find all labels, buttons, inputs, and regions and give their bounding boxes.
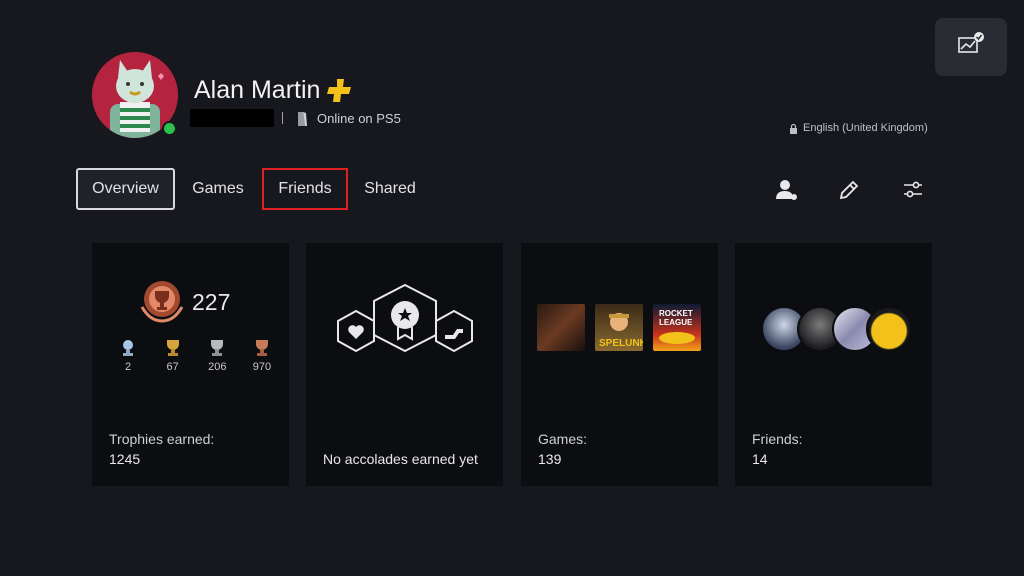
pencil-icon (839, 180, 859, 200)
friend-avatar (866, 306, 912, 352)
tab-overview[interactable]: Overview (76, 168, 175, 210)
bronze-trophy-icon (255, 340, 268, 356)
friends-card[interactable]: Friends: 14 (735, 243, 932, 486)
games-value: 139 (538, 451, 562, 467)
svg-text:ROCKET: ROCKET (659, 309, 693, 318)
trophy-breakdown: 2 67 206 970 (110, 339, 280, 373)
online-indicator (162, 121, 177, 136)
friends-label: Friends: (752, 431, 803, 447)
add-friend-icon (776, 180, 797, 200)
tab-label: Shared (364, 180, 416, 197)
tab-label: Friends (278, 180, 332, 197)
edit-profile-button[interactable] (834, 175, 864, 205)
language-text: English (United Kingdom) (803, 122, 928, 134)
ps-plus-icon (327, 77, 353, 108)
trophy-level: 227 (192, 289, 231, 315)
settings-button[interactable] (898, 175, 928, 205)
activity-button[interactable] (935, 18, 1007, 76)
gold-trophy: 67 (155, 339, 191, 373)
trophies-value: 1245 (109, 451, 141, 467)
online-id-redacted (190, 109, 274, 127)
games-card[interactable]: SPELUNKY2 ROCKET LEAGUE Games: 139 (521, 243, 718, 486)
tab-shared[interactable]: Shared (354, 168, 426, 210)
gold-trophy-icon (166, 340, 179, 356)
game-thumbnail-spelunky: SPELUNKY2 (595, 304, 659, 351)
silver-trophy-icon (211, 340, 224, 356)
friends-value: 14 (752, 451, 768, 467)
tab-friends[interactable]: Friends (262, 168, 348, 210)
ps5-console-icon (295, 111, 309, 132)
trophies-card[interactable]: 227 2 67 206 970 Trophies earned: 1245 (92, 243, 289, 486)
separator (282, 112, 283, 124)
online-status: Online on PS5 (317, 111, 401, 126)
tab-label: Overview (92, 180, 159, 197)
tab-games[interactable]: Games (180, 168, 256, 210)
platinum-trophy-icon (123, 340, 133, 356)
profile-name: Alan Martin (194, 76, 321, 104)
trophy-level-icon (140, 281, 184, 323)
platinum-trophy: 2 (110, 339, 146, 373)
friend-request-button[interactable] (772, 175, 802, 205)
svg-text:LEAGUE: LEAGUE (659, 318, 693, 327)
platinum-count: 2 (124, 361, 132, 373)
stats-check-icon (958, 32, 984, 53)
gold-count: 67 (166, 361, 179, 373)
bronze-count: 970 (252, 361, 272, 373)
tab-label: Games (192, 180, 244, 197)
game-thumbnail (537, 304, 585, 351)
silver-trophy: 206 (199, 339, 235, 373)
language-indicator: English (United Kingdom) (789, 122, 928, 134)
game-thumbnail-rocket-league: ROCKET LEAGUE (653, 304, 701, 351)
accolades-icon (337, 283, 473, 353)
sliders-icon (904, 181, 922, 198)
accolades-card[interactable]: No accolades earned yet (306, 243, 503, 486)
games-label: Games: (538, 431, 588, 447)
bronze-trophy: 970 (244, 339, 280, 373)
lock-icon (790, 123, 797, 134)
svg-text:SPELUNKY2: SPELUNKY2 (599, 338, 643, 349)
silver-count: 206 (208, 361, 227, 373)
trophies-label: Trophies earned: (109, 431, 215, 447)
accolades-label: No accolades earned yet (323, 451, 478, 467)
